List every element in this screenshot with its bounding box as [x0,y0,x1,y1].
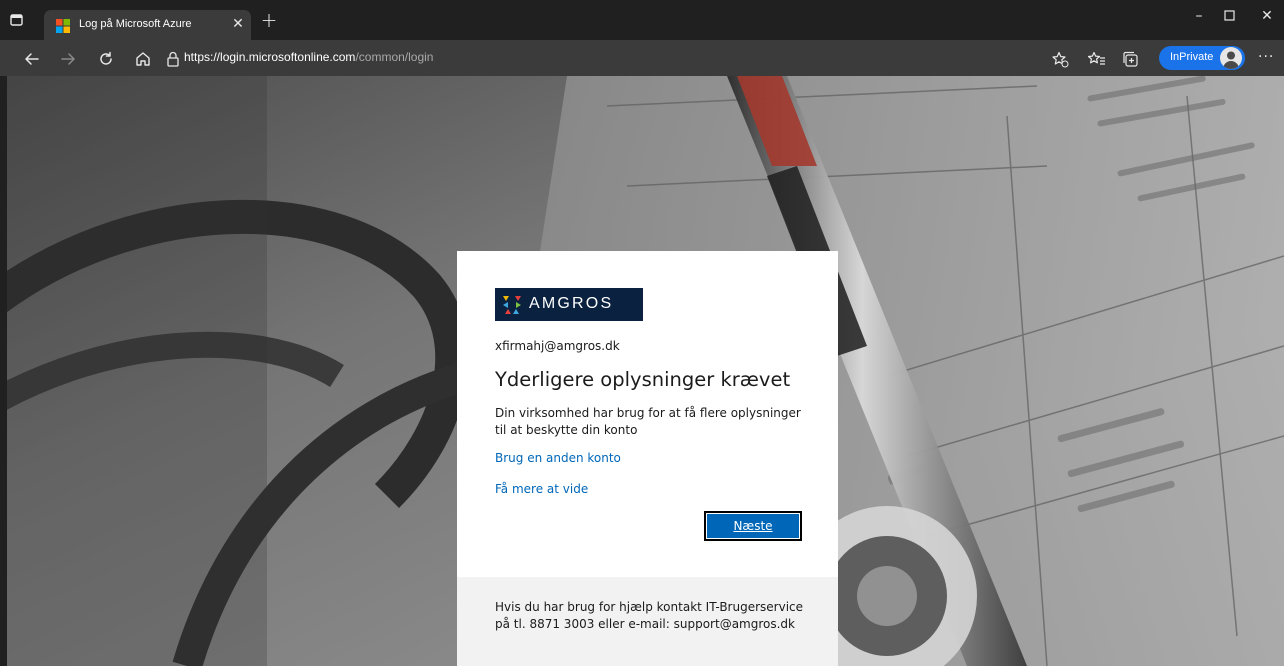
close-window-icon[interactable]: ✕ [1255,6,1279,26]
tab-title: Log på Microsoft Azure [79,18,192,30]
amgros-logo-icon [503,296,521,314]
inprivate-button[interactable]: InPrivate [1159,46,1245,70]
company-logo: AMGROS [495,288,643,321]
other-account-link[interactable]: Brug en anden konto [495,451,621,465]
microsoft-logo-icon [56,18,70,33]
tab-strip: Log på Microsoft Azure ✕ + – ✕ [0,0,1284,40]
collections-icon[interactable] [1120,49,1140,69]
sign-in-card: AMGROS xfirmahj@amgros.dk Yderligere opl… [457,251,838,666]
close-tab-icon[interactable]: ✕ [230,16,246,32]
maximize-icon[interactable] [1218,6,1242,26]
add-favorite-icon[interactable] [1050,49,1070,69]
account-email: xfirmahj@amgros.dk [495,339,620,353]
address-bar: https://login.microsoftonline.com/common… [0,40,1284,76]
brand-name: AMGROS [529,295,614,312]
next-button[interactable]: Næste [704,511,802,541]
active-tab[interactable]: Log på Microsoft Azure ✕ [44,10,251,40]
refresh-icon[interactable] [96,49,116,69]
url-scheme: https:// [184,50,221,64]
tab-actions-icon[interactable] [8,12,26,28]
url-host: login.microsoftonline.com [220,50,356,64]
help-footer: Hvis du har brug for hjælp kontakt IT-Br… [457,577,838,666]
forward-icon[interactable] [58,49,78,69]
url-field[interactable]: https://login.microsoftonline.com/common… [184,50,433,64]
help-text: Hvis du har brug for hjælp kontakt IT-Br… [495,600,804,631]
url-path: /common/login [355,50,434,64]
more-options-icon[interactable]: ··· [1258,49,1274,65]
lock-icon[interactable] [163,49,183,69]
home-icon[interactable] [133,49,153,69]
page-title: Yderligere oplysninger krævet [495,368,791,391]
back-icon[interactable] [22,49,42,69]
description-text: Din virksomhed har brug for at få flere … [495,406,801,437]
new-tab-icon[interactable]: + [260,10,278,30]
favorites-icon[interactable] [1087,49,1107,69]
minimize-icon[interactable]: – [1187,6,1211,26]
profile-avatar-icon [1220,47,1242,69]
learn-more-link[interactable]: Få mere at vide [495,482,588,496]
inprivate-label: InPrivate [1170,51,1214,63]
